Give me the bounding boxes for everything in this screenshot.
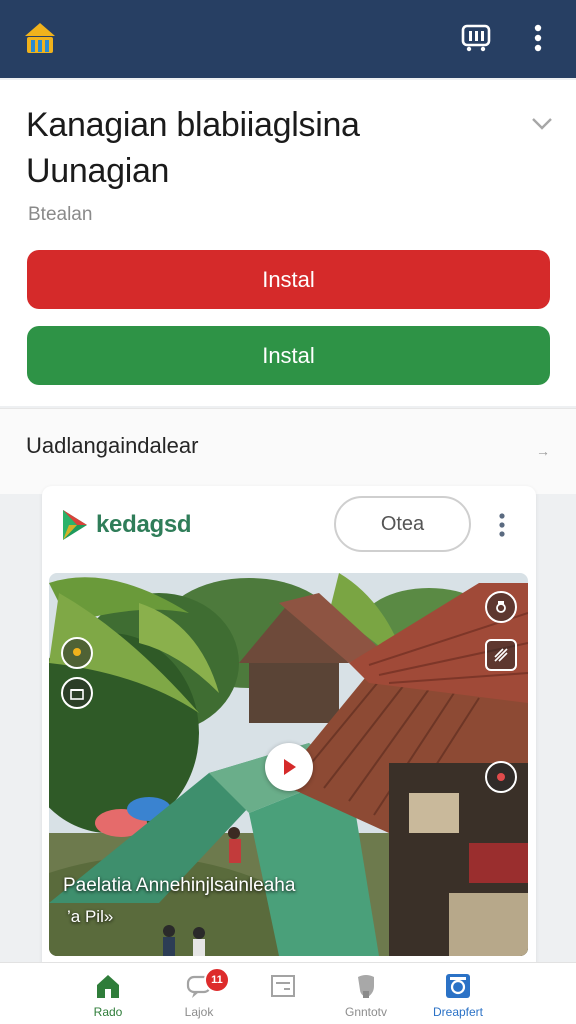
app-info-panel: Kanagian blabiiaglsina Uunagian Btealan … xyxy=(0,80,576,406)
nav-label-home: Rado xyxy=(93,1005,123,1019)
document-icon xyxy=(268,971,298,1001)
section-label: Uadlangaindalear xyxy=(26,433,199,458)
nav-label-chat: Lajok xyxy=(184,1005,214,1019)
notification-badge: 11 xyxy=(204,967,230,993)
browser-icon xyxy=(443,971,473,1001)
gallery-icon[interactable] xyxy=(485,639,517,671)
more-vertical-icon[interactable] xyxy=(520,20,556,56)
nav-item-home[interactable]: Rado xyxy=(63,971,153,1024)
video-caption: Paelatia Annehinjlsainleaha xyxy=(63,875,296,896)
install-button-secondary[interactable]: Instal xyxy=(27,326,550,385)
nav-label-shield: Gnntotv xyxy=(344,1005,388,1019)
more-vertical-icon[interactable] xyxy=(490,510,514,540)
location-icon[interactable] xyxy=(61,637,93,669)
home-icon xyxy=(93,971,123,1001)
app-title: Kanagian blabiiaglsina Uunagian xyxy=(26,106,360,190)
bottom-navigation: Rado 11 Lajok Gnntotv Dreapfert xyxy=(0,962,576,1024)
cast-icon[interactable] xyxy=(458,20,494,56)
play-icon[interactable] xyxy=(265,743,313,791)
video-thumbnail[interactable]: Paelatia Annehinjlsainleaha ’a Pil» xyxy=(49,573,528,956)
shop-icon[interactable] xyxy=(61,677,93,709)
chat-icon: 11 xyxy=(184,967,230,1001)
arrow-right-icon: → xyxy=(536,443,550,459)
play-logo-icon xyxy=(60,506,90,544)
house-bars-icon[interactable] xyxy=(22,18,58,56)
video-subcaption: ’a Pil» xyxy=(67,907,114,926)
open-button[interactable]: Otea xyxy=(334,496,471,552)
chevron-down-icon[interactable] xyxy=(528,110,556,138)
nav-item-browser[interactable]: Dreapfert xyxy=(413,971,503,1024)
brand-name: kedagsd xyxy=(96,511,192,538)
nav-label-browser: Dreapfert xyxy=(432,1005,484,1019)
record-icon[interactable] xyxy=(485,761,517,793)
install-button-primary[interactable]: Instal xyxy=(27,250,550,309)
nav-item-document[interactable] xyxy=(238,971,328,1024)
shield-icon xyxy=(351,971,381,1001)
nav-item-chat[interactable]: 11 Lajok xyxy=(154,967,244,1024)
app-header xyxy=(0,0,576,78)
camera-icon[interactable] xyxy=(485,591,517,623)
nav-item-shield[interactable]: Gnntotv xyxy=(321,971,411,1024)
content-card: kedagsd Otea Paelatia Annehinjlsainleaha… xyxy=(42,486,536,1024)
section-row[interactable]: Uadlangaindalear → xyxy=(0,408,576,494)
app-subtitle: Btealan xyxy=(28,204,93,225)
